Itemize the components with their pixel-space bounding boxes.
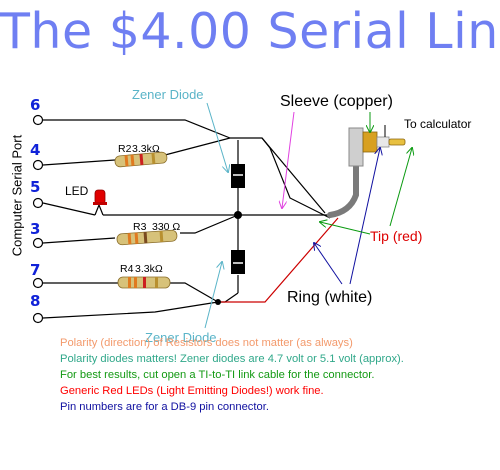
note-diode-polarity: Polarity diodes matters! Zener diodes ar… — [60, 353, 404, 365]
zener-label-top: Zener Diode — [132, 87, 204, 102]
pin-terminal-3 — [32, 237, 44, 249]
tip-arrow-plug — [389, 148, 412, 227]
r2-value: 3.3kΩ — [132, 143, 160, 155]
pin-terminal-6 — [32, 114, 44, 126]
zener-diode-top — [231, 164, 245, 188]
led — [93, 189, 107, 205]
r2-label: R2 — [118, 143, 132, 155]
pin-terminal-4 — [32, 159, 44, 171]
pin-number-8: 8 — [30, 292, 40, 310]
ring-arrow-wire — [314, 243, 343, 285]
wire-pin8 — [42, 301, 219, 319]
pin-number-6: 6 — [30, 96, 40, 114]
note-link-cable: For best results, cut open a TI-to-TI li… — [60, 369, 375, 381]
pin-terminal-7 — [32, 277, 44, 289]
zener-diode-bottom — [231, 250, 245, 274]
r3-label: R3 — [133, 221, 147, 233]
to-calculator-label: To calculator — [404, 117, 471, 131]
pin-number-7: 7 — [30, 261, 40, 279]
wire-pin6 — [43, 119, 231, 139]
ring-label: Ring (white) — [287, 289, 372, 306]
led-label: LED — [65, 184, 89, 198]
diagram-canvas: The $4.00 Serial Link Computer Serial Po… — [0, 0, 500, 470]
pin-number-4: 4 — [30, 141, 40, 159]
r4-label: R4 — [120, 263, 134, 275]
r4-value: 3.3kΩ — [135, 263, 163, 275]
pin-number-3: 3 — [30, 220, 40, 238]
wire-pin5 — [42, 202, 96, 216]
r3-value: 330 Ω — [152, 221, 180, 233]
pin-terminal-5 — [32, 197, 44, 209]
resistor-r4 — [117, 276, 171, 289]
tip-label: Tip (red) — [370, 228, 422, 244]
led-leads — [94, 203, 104, 216]
jack-plug — [327, 127, 406, 218]
note-led: Generic Red LEDs (Light Emitting Diodes!… — [60, 385, 324, 397]
note-resistor-polarity: Polarity (direction) of Resistors does n… — [60, 337, 353, 349]
zener-bottom-arrow — [204, 262, 222, 329]
zener-top-arrow — [206, 102, 228, 172]
pin-number-5: 5 — [30, 178, 40, 196]
note-pin-numbers: Pin numbers are for a DB-9 pin connector… — [60, 401, 269, 413]
notes: Polarity (direction) of Resistors does n… — [60, 335, 490, 415]
sleeve-label: Sleeve (copper) — [280, 93, 393, 110]
pin-terminal-8 — [32, 312, 44, 324]
